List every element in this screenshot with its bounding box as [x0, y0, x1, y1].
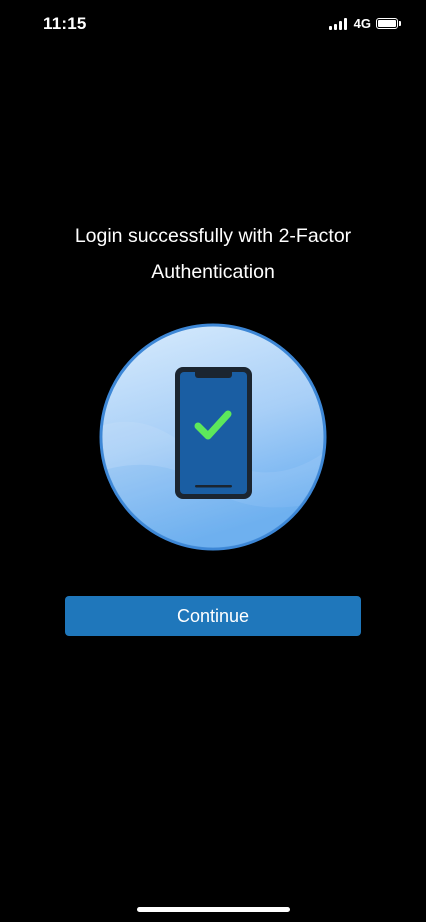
success-message: Login successfully with 2-Factor Authent… [74, 225, 352, 283]
network-type-label: 4G [353, 16, 371, 31]
battery-icon [376, 18, 401, 29]
status-bar: 11:15 4G [0, 0, 426, 48]
phone-icon [175, 367, 252, 499]
cellular-signal-icon [328, 17, 347, 30]
status-time: 11:15 [43, 14, 87, 33]
phone-checkmark-icon [98, 322, 328, 552]
home-indicator[interactable] [137, 907, 290, 912]
continue-button[interactable]: Continue [65, 596, 361, 636]
status-indicators: 4G [328, 16, 401, 31]
